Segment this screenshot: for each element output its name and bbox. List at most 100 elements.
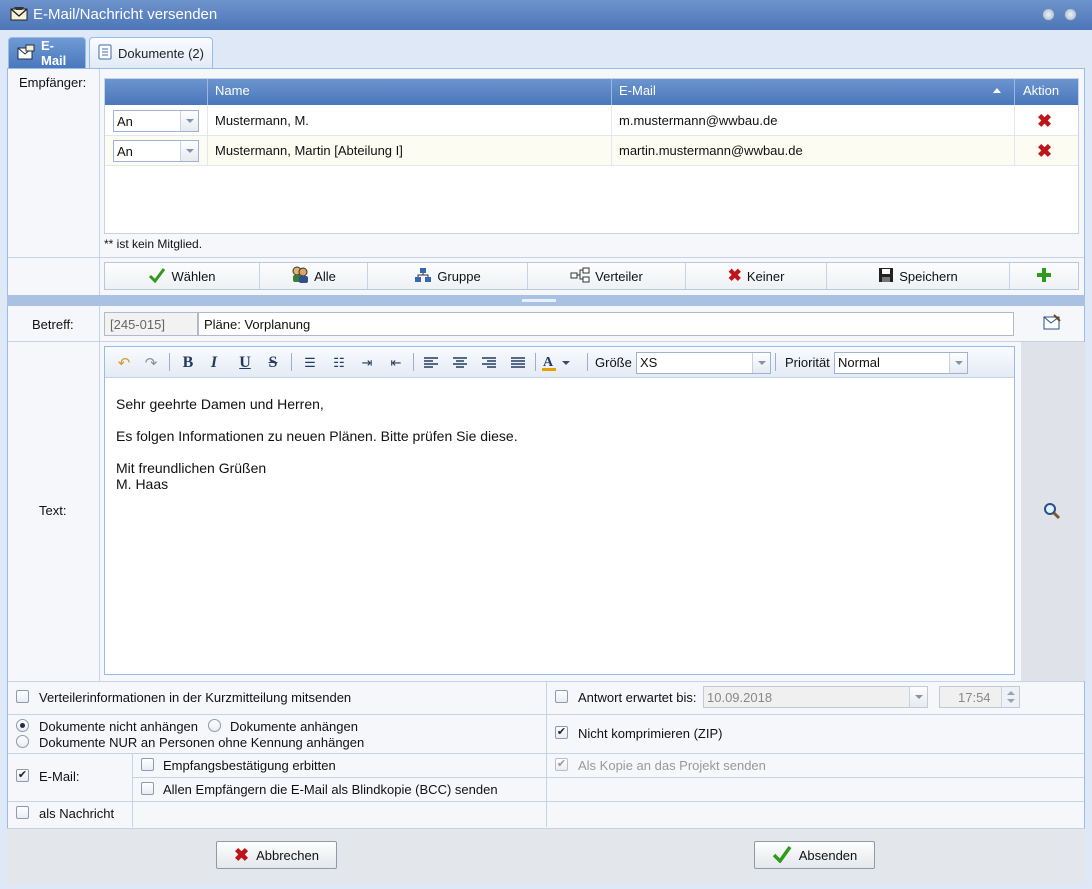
align-center-icon[interactable] bbox=[449, 352, 471, 374]
ordered-list-icon[interactable]: ☰ bbox=[299, 352, 321, 374]
divider bbox=[8, 753, 1084, 754]
as-message-checkbox[interactable] bbox=[16, 806, 29, 819]
align-justify-icon[interactable] bbox=[507, 352, 529, 374]
recipient-type-select[interactable]: An bbox=[113, 140, 199, 162]
font-color-icon[interactable]: A bbox=[539, 352, 575, 374]
chevron-down-icon[interactable] bbox=[180, 111, 198, 131]
distributor-info-checkbox[interactable] bbox=[16, 690, 29, 703]
chevron-down-icon[interactable] bbox=[949, 353, 967, 373]
align-right-icon[interactable] bbox=[478, 352, 500, 374]
redo-icon[interactable]: ↷ bbox=[140, 352, 162, 374]
chevron-down-icon[interactable] bbox=[180, 141, 198, 161]
bcc-checkbox[interactable] bbox=[141, 782, 154, 795]
non-member-note: ** ist kein Mitglied. bbox=[104, 237, 203, 251]
body-line: Es folgen Informationen zu neuen Plänen.… bbox=[116, 428, 518, 444]
tab-documents[interactable]: Dokumente (2) bbox=[89, 37, 213, 68]
underline-icon[interactable]: U bbox=[234, 352, 256, 374]
delete-recipient-icon[interactable]: ✖ bbox=[1037, 142, 1052, 160]
reply-time-value: 17:54 bbox=[958, 690, 991, 705]
reply-expected-label: Antwort erwartet bis: bbox=[578, 690, 697, 705]
chevron-down-icon[interactable] bbox=[752, 353, 770, 373]
bcc-label: Allen Empfängern die E-Mail als Blindkop… bbox=[163, 782, 498, 797]
bold-icon[interactable]: B bbox=[177, 352, 199, 374]
reply-date-field[interactable]: 10.09.2018 bbox=[703, 686, 928, 708]
splitter-grip bbox=[522, 299, 556, 302]
select-recipients-label: Wählen bbox=[171, 268, 216, 284]
address-book-icon[interactable] bbox=[1042, 314, 1062, 335]
none-button[interactable]: ✖ Keiner bbox=[686, 263, 827, 289]
reply-date-value: 10.09.2018 bbox=[707, 690, 773, 705]
outdent-icon[interactable]: ⇤ bbox=[385, 352, 407, 374]
toolbar-separator bbox=[413, 353, 414, 371]
group-label: Gruppe bbox=[437, 268, 481, 284]
undo-icon[interactable]: ↶ bbox=[113, 352, 135, 374]
magnifier-icon[interactable] bbox=[1043, 502, 1061, 523]
send-button[interactable]: Absenden bbox=[754, 841, 875, 869]
divider bbox=[8, 714, 1084, 715]
group-button[interactable]: Gruppe bbox=[368, 263, 528, 289]
table-row[interactable]: An Mustermann, Martin [Abteilung I] mart… bbox=[105, 136, 1078, 166]
distributor-icon bbox=[570, 267, 590, 286]
distributor-button[interactable]: Verteiler bbox=[528, 263, 686, 289]
font-size-select[interactable]: XS bbox=[636, 352, 771, 374]
toolbar-separator bbox=[291, 353, 292, 371]
indent-icon[interactable]: ⇥ bbox=[356, 352, 378, 374]
receipt-checkbox[interactable] bbox=[141, 758, 154, 771]
cancel-button[interactable]: ✖ Abbrechen bbox=[216, 841, 337, 869]
italic-icon[interactable]: I bbox=[203, 352, 225, 374]
column-separator bbox=[1014, 79, 1015, 105]
strikethrough-icon[interactable]: S bbox=[262, 352, 284, 374]
no-compress-checkbox[interactable]: ✔ bbox=[555, 726, 568, 739]
toolbar-separator bbox=[587, 353, 588, 371]
subject-input[interactable]: Pläne: Vorplanung bbox=[198, 312, 1014, 336]
recipient-type-select[interactable]: An bbox=[113, 110, 199, 132]
docs-not-attach-radio[interactable] bbox=[16, 719, 29, 732]
table-row[interactable]: An Mustermann, M. m.mustermann@wwbau.de … bbox=[105, 106, 1078, 136]
people-icon bbox=[291, 266, 309, 286]
reply-time-field[interactable]: 17:54 bbox=[939, 686, 1020, 708]
tab-email[interactable]: E-Mail bbox=[8, 37, 86, 68]
select-recipients-button[interactable]: Wählen bbox=[105, 263, 260, 289]
recipient-type-value: An bbox=[117, 144, 133, 159]
copy-project-checkbox[interactable]: ✔ bbox=[555, 758, 568, 771]
toolbar-separator bbox=[535, 353, 536, 371]
add-recipient-button[interactable] bbox=[1010, 263, 1078, 289]
time-spinner[interactable] bbox=[1001, 687, 1019, 707]
body-greeting: Sehr geehrte Damen und Herren, bbox=[116, 396, 324, 412]
subject-code: [245-015] bbox=[110, 317, 165, 332]
save-recipients-button[interactable]: Speichern bbox=[827, 263, 1010, 289]
reply-expected-checkbox[interactable] bbox=[555, 690, 568, 703]
window-title: E-Mail/Nachricht versenden bbox=[33, 6, 218, 23]
docs-not-attach-label: Dokumente nicht anhängen bbox=[39, 719, 199, 734]
chevron-down-icon[interactable] bbox=[909, 687, 927, 707]
minimize-button[interactable] bbox=[1042, 8, 1055, 21]
text-label: Text: bbox=[39, 503, 67, 518]
email-checkbox[interactable]: ✔ bbox=[16, 769, 29, 782]
dialog-footer bbox=[7, 828, 1085, 884]
font-size-label: Größe bbox=[595, 355, 632, 370]
recipient-email: m.mustermann@wwbau.de bbox=[619, 113, 778, 128]
recipients-grid-header: Name E-Mail Aktion bbox=[105, 79, 1078, 105]
close-window-button[interactable] bbox=[1064, 8, 1077, 21]
align-left-icon[interactable] bbox=[420, 352, 442, 374]
docs-only-no-id-radio[interactable] bbox=[16, 735, 29, 748]
docs-attach-radio[interactable] bbox=[208, 719, 221, 732]
recipients-label: Empfänger: bbox=[19, 75, 87, 90]
column-separator bbox=[611, 79, 612, 105]
as-message-label: als Nachricht bbox=[39, 806, 115, 821]
send-label: Absenden bbox=[798, 847, 858, 863]
all-recipients-button[interactable]: Alle bbox=[260, 263, 368, 289]
recipient-type-value: An bbox=[117, 114, 133, 129]
delete-recipient-icon[interactable]: ✖ bbox=[1037, 112, 1052, 130]
cross-icon: ✖ bbox=[234, 844, 250, 865]
priority-select[interactable]: Normal bbox=[834, 352, 968, 374]
body-closing: Mit freundlichen Grüßen bbox=[116, 460, 267, 476]
splitter-handle[interactable] bbox=[7, 295, 1085, 306]
cell-separator bbox=[1014, 106, 1015, 136]
bullet-list-icon[interactable]: ☷ bbox=[328, 352, 350, 374]
body-signature: M. Haas bbox=[116, 476, 169, 492]
subject-label: Betreff: bbox=[32, 317, 74, 332]
column-header-email[interactable]: E-Mail bbox=[619, 83, 656, 98]
column-header-name[interactable]: Name bbox=[215, 83, 250, 98]
divider bbox=[99, 69, 100, 295]
